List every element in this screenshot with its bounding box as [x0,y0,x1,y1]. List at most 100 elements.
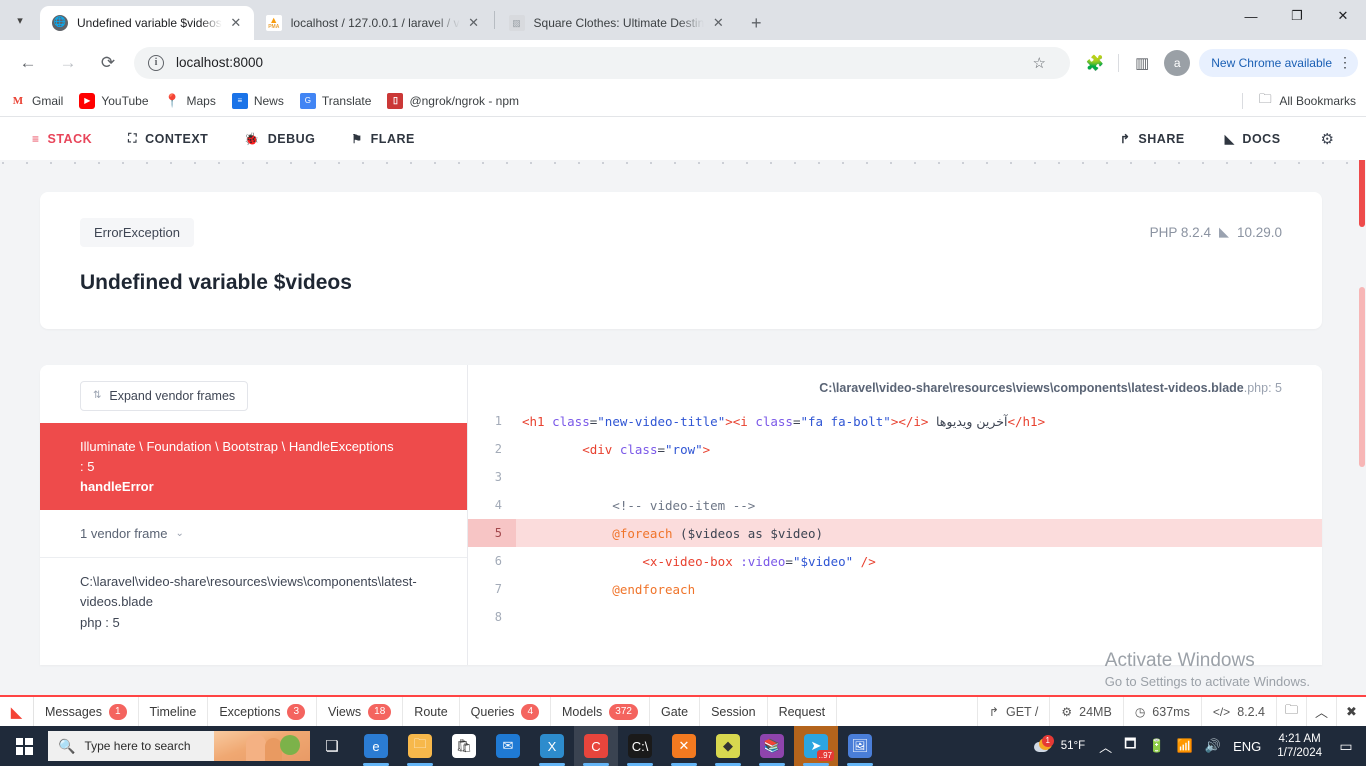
expand-vendor-wrap: ⇅ Expand vendor frames [40,365,467,423]
bookmark-gmail[interactable]: M Gmail [10,93,63,109]
code-icon: </> [1213,705,1230,719]
close-icon[interactable]: ✕ [228,15,244,31]
docs-button[interactable]: ◣ DOCS [1225,132,1281,146]
running-indicator [539,763,565,766]
debugbar-stat-share-arrow[interactable]: ↱GET / [977,697,1049,726]
debugbar-tab-gate[interactable]: Gate [650,697,700,726]
debugbar-tab-views[interactable]: Views18 [317,697,403,726]
ignition-header: ≡ STACK ⛶ CONTEXT 🐞 DEBUG ⚑ FLARE [0,117,1366,160]
laravel-version: 10.29.0 [1237,225,1282,240]
mail-icon[interactable]: ✉ [486,726,530,766]
close-icon[interactable]: ✕ [710,15,726,31]
tab-debug[interactable]: 🐞 DEBUG [244,132,315,146]
photoshop-icon[interactable]: ◆ [706,726,750,766]
clock[interactable]: 4:21 AM 1/7/2024 [1267,732,1332,761]
volume-icon[interactable]: 🔊 [1199,738,1227,754]
stat-label: 24MB [1079,705,1112,719]
battery-icon[interactable]: 🔋 [1143,738,1171,754]
reload-button[interactable]: ⟳ [92,47,124,79]
meet-now-icon[interactable]: 🗖 [1118,735,1142,757]
file-explorer-icon[interactable]: 🗀 [398,726,442,766]
tab-stack[interactable]: ≡ STACK [32,132,92,146]
browser-tab-2[interactable]: ▲PMA localhost / 127.0.0.1 / laravel / v… [254,6,492,40]
search-input[interactable]: 🔍 Type here to search [48,731,310,761]
debugbar-tab-queries[interactable]: Queries4 [460,697,551,726]
debugbar-tab-route[interactable]: Route [403,697,459,726]
language-indicator[interactable]: ENG [1227,739,1267,754]
flare-flag-icon: ⚑ [351,132,362,146]
debugbar-stat-code[interactable]: </>8.2.4 [1201,697,1276,726]
stack-and-code: ⇅ Expand vendor frames Illuminate \ Foun… [40,365,1322,665]
microsoft-store-icon[interactable]: 🛍 [442,726,486,766]
debugbar-tab-exceptions[interactable]: Exceptions3 [208,697,317,726]
bookmark-maps[interactable]: 📍 Maps [165,93,216,109]
notification-icon[interactable]: ▭ [1332,738,1360,755]
tab-context[interactable]: ⛶ CONTEXT [128,131,208,146]
all-bookmarks[interactable]: 🗀 All Bookmarks [1242,93,1356,109]
line-number: 7 [468,582,516,596]
line-number: 5 [468,519,516,547]
tab-title: Square Clothes: Ultimate Destin [534,16,705,30]
weather-widget[interactable]: 1 51°F [1032,737,1093,755]
vs-code-icon[interactable]: X [530,726,574,766]
tab-search-button[interactable]: ▾ [0,0,40,40]
browser-menu-icon[interactable]: ⋮ [1338,57,1352,68]
bookmark-star-icon[interactable]: ☆ [1024,48,1054,78]
avatar[interactable]: a [1164,50,1190,76]
debugbar-tab-request[interactable]: Request [768,697,838,726]
maximize-button[interactable]: ❐ [1274,0,1320,32]
address-bar[interactable]: i localhost:8000 ☆ [134,47,1070,79]
debugbar-tab-timeline[interactable]: Timeline [139,697,209,726]
debugbar-tab-models[interactable]: Models372 [551,697,650,726]
stack-frame-next[interactable]: C:\laravel\video-share\resources\views\c… [40,558,467,632]
badge-count: 1 [109,704,127,720]
google-chrome-icon[interactable]: C [574,726,618,766]
minimize-button[interactable]: — [1228,0,1274,32]
chevron-up-icon[interactable]: ︿ [1093,737,1118,756]
close-window-button[interactable]: ✕ [1320,0,1366,32]
bookmark-ngrok-npm[interactable]: ▯ @ngrok/ngrok - npm [387,93,519,109]
chrome-update-button[interactable]: New Chrome available ⋮ [1199,49,1358,77]
debugbar-tab-messages[interactable]: Messages1 [34,697,139,726]
side-panel-icon[interactable]: ▥ [1127,48,1157,78]
weather-temp: 51°F [1061,740,1085,752]
winrar-icon[interactable]: 📚 [750,726,794,766]
bookmark-youtube[interactable]: ▶ YouTube [79,93,148,109]
browser-tab-1[interactable]: 🌐 Undefined variable $videos ✕ [40,6,254,40]
code-editor[interactable]: 1<h1 class="new-video-title"><i class="f… [468,407,1322,631]
info-icon[interactable]: i [148,55,164,71]
command-prompt-icon[interactable]: C:\ [618,726,662,766]
debugbar-stats: ↱GET /⚙24MB◷637ms</>8.2.4🗀︿✖ [977,697,1366,726]
close-icon[interactable]: ✕ [466,15,482,31]
xampp-icon[interactable]: ✕ [662,726,706,766]
laravel-icon: ◣ [1225,132,1235,146]
close-icon[interactable]: ✖ [1336,697,1366,726]
extensions-icon[interactable]: 🧩 [1080,48,1110,78]
expand-vendor-frames-button[interactable]: ⇅ Expand vendor frames [80,381,248,411]
telegram-icon[interactable]: ➤..97 [794,726,838,766]
folder-icon[interactable]: 🗀 [1276,697,1306,726]
new-tab-button[interactable]: + [742,9,770,37]
bookmark-translate[interactable]: G Translate [300,93,372,109]
windows-start-icon[interactable] [0,726,48,766]
forward-button[interactable]: → [52,47,84,79]
debugbar-tab-session[interactable]: Session [700,697,767,726]
share-button[interactable]: ↱ SHARE [1120,132,1185,146]
debugbar-stat-gears[interactable]: ⚙24MB [1049,697,1122,726]
line-code: @endforeach [516,582,695,597]
wifi-icon[interactable]: 📶 [1171,738,1199,754]
task-view-icon[interactable]: ❏ [310,726,354,766]
photos-icon[interactable]: 🖼 [838,726,882,766]
microsoft-edge-icon[interactable]: e [354,726,398,766]
back-button[interactable]: ← [12,47,44,79]
bookmark-news[interactable]: ≡ News [232,93,284,109]
line-number: 8 [468,610,516,624]
chevron-up-icon[interactable]: ︿ [1306,697,1336,726]
stack-frame-selected[interactable]: Illuminate \ Foundation \ Bootstrap \ Ha… [40,423,467,510]
vendor-frame-toggle[interactable]: 1 vendor frame ⌄ [40,510,467,558]
gear-icon[interactable]: ⚙ [1321,130,1334,148]
browser-tab-3[interactable]: ▨ Square Clothes: Ultimate Destin ✕ [497,6,737,40]
debugbar-stat-clock[interactable]: ◷637ms [1123,697,1201,726]
page-scrollbar[interactable] [1358,117,1366,695]
tab-flare[interactable]: ⚑ FLARE [351,132,414,146]
